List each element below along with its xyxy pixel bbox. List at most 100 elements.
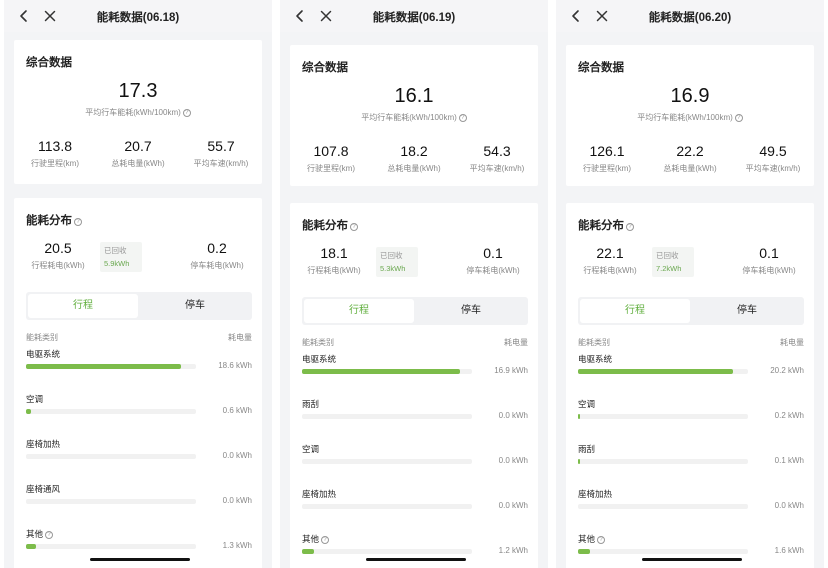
tab-trip[interactable]: 行程 <box>580 299 690 323</box>
list-header-category: 能耗类别 <box>26 333 58 342</box>
category-name: 其他? <box>302 533 528 545</box>
category-value: 0.0 kWh <box>222 451 252 460</box>
summary-card: 综合数据 17.3 平均行车能耗(kWh/100km)? 113.8 行驶里程(… <box>14 40 262 184</box>
avg-consumption-label: 平均行车能耗(kWh/100km)? <box>566 112 814 123</box>
stat-value: 126.1 <box>589 143 625 159</box>
consumption-bar-track <box>26 409 196 414</box>
consumption-bar-track <box>26 544 196 549</box>
info-icon[interactable]: ? <box>350 223 358 231</box>
segmented-tabs: 行程 停车 <box>26 292 252 320</box>
driving-value: 20.5 <box>44 240 72 256</box>
list-header: 能耗类别 耗电量 <box>26 332 252 343</box>
list-header: 能耗类别 耗电量 <box>302 337 528 348</box>
parked-value: 0.1 <box>759 245 779 261</box>
category-row: 座椅通风 0.0 kWh <box>26 483 252 513</box>
info-icon[interactable]: ? <box>45 531 54 539</box>
category-value: 1.2 kWh <box>498 546 528 555</box>
info-icon[interactable]: ? <box>321 536 330 544</box>
energy-screen: 能耗数据(06.18) 综合数据 17.3 平均行车能耗(kWh/100km)?… <box>4 0 272 568</box>
energy-screen: 能耗数据(06.19) 综合数据 16.1 平均行车能耗(kWh/100km)?… <box>280 0 548 568</box>
category-row: 座椅加热 0.0 kWh <box>578 488 804 518</box>
consumption-bar-fill <box>26 364 181 369</box>
tab-parking[interactable]: 停车 <box>416 299 526 323</box>
driving-value: 22.1 <box>596 245 624 261</box>
summary-card: 综合数据 16.1 平均行车能耗(kWh/100km)? 107.8 行驶里程(… <box>290 45 538 186</box>
home-indicator[interactable] <box>642 558 742 561</box>
tab-parking[interactable]: 停车 <box>140 294 250 318</box>
parked-label: 停车耗电(kWh) <box>466 266 520 275</box>
category-row: 其他? 1.3 kWh <box>26 528 252 558</box>
info-icon[interactable]: ? <box>182 109 191 117</box>
category-row: 座椅加热 0.0 kWh <box>302 488 528 518</box>
category-name: 座椅加热 <box>26 439 61 449</box>
info-icon[interactable]: ? <box>626 223 634 231</box>
category-row: 电驱系统 20.2 kWh <box>578 353 804 383</box>
stat-avg-speed: 54.3 平均车速(km/h) <box>456 143 538 174</box>
driving-consumption: 18.1 行程耗电(kWh) <box>302 245 366 276</box>
category-value: 0.6 kWh <box>222 406 252 415</box>
stat-mileage: 107.8 行驶里程(km) <box>290 143 372 174</box>
parked-value: 0.1 <box>483 245 503 261</box>
recovered-label: 已回收 <box>380 251 403 260</box>
category-value: 0.0 kWh <box>498 456 528 465</box>
info-icon[interactable]: ? <box>74 218 82 226</box>
consumption-bar-track <box>578 504 748 509</box>
stat-label: 行驶里程(km) <box>307 164 355 173</box>
page-title: 能耗数据(06.19) <box>372 12 456 24</box>
parked-label: 停车耗电(kWh) <box>190 261 244 270</box>
driving-value: 18.1 <box>320 245 348 261</box>
tab-parking[interactable]: 停车 <box>692 299 802 323</box>
category-value: 0.0 kWh <box>774 501 804 510</box>
category-row: 电驱系统 16.9 kWh <box>302 353 528 383</box>
driving-label: 行程耗电(kWh) <box>307 266 361 275</box>
info-icon[interactable]: ? <box>458 114 467 122</box>
recovered-label: 已回收 <box>104 246 127 255</box>
distribution-title: 能耗分布? <box>578 217 634 233</box>
nav-header: 能耗数据(06.20) <box>556 0 824 32</box>
category-row: 空调 0.6 kWh <box>26 393 252 423</box>
category-value: 1.3 kWh <box>222 541 252 550</box>
home-indicator[interactable] <box>366 558 466 561</box>
recovered-label: 已回收 <box>656 251 679 260</box>
parked-consumption: 0.2 停车耗电(kWh) <box>174 240 260 271</box>
stat-total-energy: 18.2 总耗电量(kWh) <box>373 143 455 174</box>
consumption-bar-track <box>26 499 196 504</box>
stat-value: 22.2 <box>676 143 704 159</box>
consumption-bar-track <box>578 369 748 374</box>
category-row: 电驱系统 18.6 kWh <box>26 348 252 378</box>
category-value: 18.6 kWh <box>218 361 252 370</box>
category-name: 空调 <box>302 444 320 454</box>
distribution-card: 能耗分布? 18.1 行程耗电(kWh) 已回收 5.3kWh 0.1 停车耗电… <box>290 203 538 568</box>
recovered-value: 7.2kWh <box>656 264 682 273</box>
page-title: 能耗数据(06.20) <box>648 12 732 24</box>
recovered-badge: 已回收 5.3kWh <box>376 247 418 277</box>
summary-title: 综合数据 <box>302 62 348 74</box>
info-icon[interactable]: ? <box>734 114 743 122</box>
recovered-badge: 已回收 7.2kWh <box>652 247 694 277</box>
recovered-value: 5.3kWh <box>380 264 406 273</box>
consumption-bar-track <box>26 454 196 459</box>
summary-card: 综合数据 16.9 平均行车能耗(kWh/100km)? 126.1 行驶里程(… <box>566 45 814 186</box>
nav-header: 能耗数据(06.18) <box>4 0 272 32</box>
info-icon[interactable]: ? <box>597 536 606 544</box>
distribution-card: 能耗分布? 22.1 行程耗电(kWh) 已回收 7.2kWh 0.1 停车耗电… <box>566 203 814 568</box>
parked-consumption: 0.1 停车耗电(kWh) <box>450 245 536 276</box>
tab-trip[interactable]: 行程 <box>28 294 138 318</box>
category-row: 座椅加热 0.0 kWh <box>26 438 252 468</box>
category-name: 电驱系统 <box>26 349 61 359</box>
consumption-bar-track <box>302 459 472 464</box>
stat-label: 平均车速(km/h) <box>193 159 249 168</box>
category-value: 20.2 kWh <box>770 366 804 375</box>
home-indicator[interactable] <box>90 558 190 561</box>
stat-value: 20.7 <box>124 138 152 154</box>
list-header-category: 能耗类别 <box>578 338 610 347</box>
stat-value: 113.8 <box>38 138 72 154</box>
category-name: 座椅加热 <box>302 489 337 499</box>
category-name: 电驱系统 <box>302 354 337 364</box>
tab-trip[interactable]: 行程 <box>304 299 414 323</box>
category-value: 0.0 kWh <box>222 496 252 505</box>
stat-mileage: 126.1 行驶里程(km) <box>566 143 648 174</box>
energy-screen: 能耗数据(06.20) 综合数据 16.9 平均行车能耗(kWh/100km)?… <box>556 0 824 568</box>
category-name: 其他? <box>578 533 804 545</box>
consumption-bar-fill <box>578 549 590 554</box>
